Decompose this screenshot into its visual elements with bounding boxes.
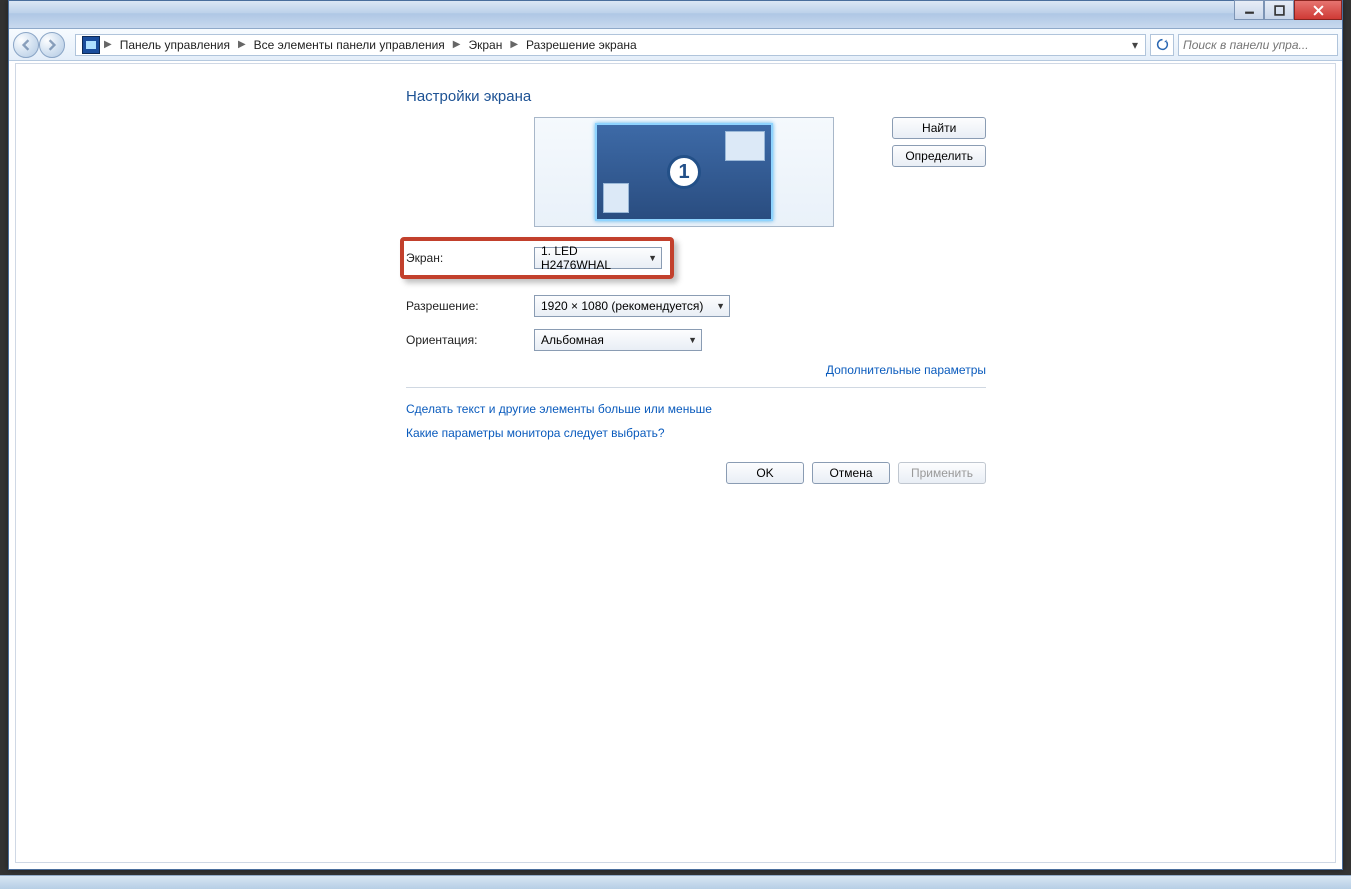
screen-label: Экран:: [406, 251, 534, 265]
ok-button[interactable]: OK: [726, 462, 804, 484]
orientation-select[interactable]: Альбомная ▼: [534, 329, 702, 351]
breadcrumb-item[interactable]: Экран: [462, 35, 508, 55]
screen-select[interactable]: 1. LED H2476WHAL ▼: [534, 247, 662, 269]
chevron-down-icon: ▼: [688, 335, 697, 345]
chevron-right-icon: ▶: [104, 39, 112, 50]
monitor-thumbnail[interactable]: 1: [595, 123, 773, 221]
highlight-annotation: Экран: 1. LED H2476WHAL ▼: [400, 237, 674, 279]
breadcrumb-item[interactable]: Все элементы панели управления: [248, 35, 451, 55]
maximize-button[interactable]: [1264, 0, 1294, 20]
find-button[interactable]: Найти: [892, 117, 986, 139]
resolution-label: Разрешение:: [406, 299, 534, 313]
breadcrumb-dropdown[interactable]: ▾: [1127, 38, 1143, 52]
search-input[interactable]: [1178, 34, 1338, 56]
titlebar: [9, 1, 1342, 29]
monitor-help-link[interactable]: Какие параметры монитора следует выбрать…: [406, 426, 986, 440]
orientation-label: Ориентация:: [406, 333, 534, 347]
text-size-link[interactable]: Сделать текст и другие элементы больше и…: [406, 402, 986, 416]
resolution-select[interactable]: 1920 × 1080 (рекомендуется) ▼: [534, 295, 730, 317]
cancel-button[interactable]: Отмена: [812, 462, 890, 484]
breadcrumb-item[interactable]: Разрешение экрана: [520, 35, 643, 55]
orientation-select-value: Альбомная: [541, 333, 604, 347]
page-title: Настройки экрана: [406, 88, 986, 105]
window-thumb-icon: [725, 131, 765, 161]
refresh-button[interactable]: [1150, 34, 1174, 56]
breadcrumb-item[interactable]: Панель управления: [114, 35, 236, 55]
close-button[interactable]: [1294, 0, 1342, 20]
content-area: Настройки экрана 1 Найти Определить: [15, 63, 1336, 863]
taskbar[interactable]: [0, 875, 1351, 889]
resolution-select-value: 1920 × 1080 (рекомендуется): [541, 299, 703, 313]
minimize-button[interactable]: [1234, 0, 1264, 20]
window-thumb-icon: [603, 183, 629, 213]
nav-back-button[interactable]: [13, 32, 39, 58]
control-panel-icon: [82, 36, 100, 54]
chevron-right-icon: ▶: [238, 39, 246, 50]
chevron-down-icon: ▼: [648, 253, 657, 263]
apply-button[interactable]: Применить: [898, 462, 986, 484]
breadcrumb[interactable]: ▶ Панель управления ▶ Все элементы панел…: [75, 34, 1146, 56]
screen-select-value: 1. LED H2476WHAL: [541, 244, 640, 272]
toolbar: ▶ Панель управления ▶ Все элементы панел…: [9, 29, 1342, 61]
identify-button[interactable]: Определить: [892, 145, 986, 167]
control-panel-window: ▶ Панель управления ▶ Все элементы панел…: [8, 0, 1343, 870]
chevron-right-icon: ▶: [453, 39, 461, 50]
search-field[interactable]: [1183, 38, 1340, 52]
advanced-settings-link[interactable]: Дополнительные параметры: [826, 363, 986, 377]
display-preview[interactable]: 1: [534, 117, 834, 227]
chevron-right-icon: ▶: [510, 39, 518, 50]
nav-forward-button[interactable]: [39, 32, 65, 58]
monitor-number: 1: [667, 155, 701, 189]
chevron-down-icon: ▼: [716, 301, 725, 311]
divider: [406, 387, 986, 388]
